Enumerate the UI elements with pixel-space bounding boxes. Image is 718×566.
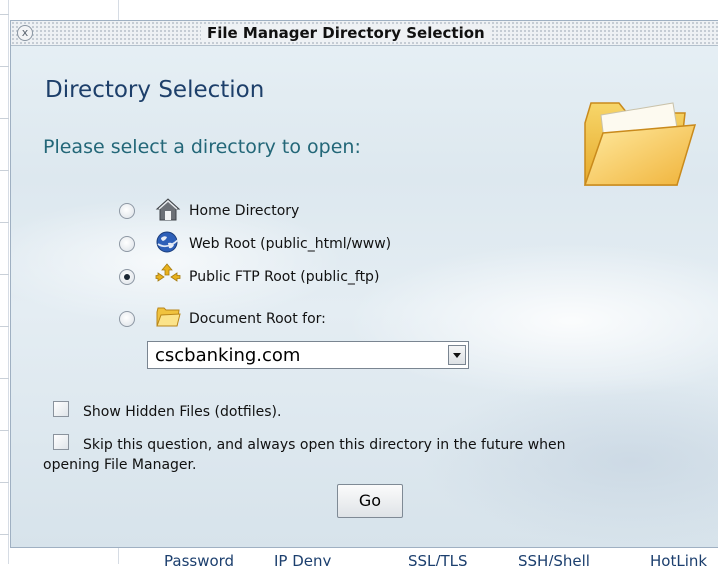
folder-icon [583,102,697,186]
radio-home-directory[interactable] [119,203,135,219]
ftp-arrows-icon [155,263,181,282]
option-label: Web Root (public_html/www) [189,236,392,252]
radio-document-root[interactable] [119,311,135,327]
globe-icon [156,231,179,253]
chevron-down-icon[interactable] [448,345,466,365]
background-tick [0,534,9,535]
background-tick [0,14,9,15]
option-label: Home Directory [189,203,300,219]
dialog-title: File Manager Directory Selection [201,24,491,42]
background-tick [0,222,9,223]
show-hidden-files-label: Show Hidden Files (dotfiles). [83,404,282,420]
go-button[interactable]: Go [337,484,403,518]
background-divider [118,0,119,20]
background-tick [0,482,9,483]
show-hidden-files-checkbox[interactable] [53,401,69,417]
instruction-text: Please select a directory to open: [43,136,361,158]
background-divider [8,0,9,564]
background-tick [0,170,9,171]
domain-select[interactable]: cscbanking.com [147,341,469,369]
background-tick [0,430,9,431]
background-tick [0,274,9,275]
close-button[interactable]: x [17,25,33,41]
skip-question-checkbox[interactable] [53,434,69,450]
background-tick [0,118,9,119]
background-tick [0,66,9,67]
directory-selection-dialog: x File Manager Directory Selection Direc… [10,20,718,548]
background-tick [0,378,9,379]
background-tick [0,326,9,327]
radio-public-ftp-root[interactable] [119,269,135,285]
option-label: Document Root for: [189,311,326,327]
skip-question-label-continued: opening File Manager. [43,457,197,473]
dialog-titlebar: x File Manager Directory Selection [11,21,718,46]
radio-web-root[interactable] [119,236,135,252]
domain-select-value: cscbanking.com [155,345,301,366]
skip-question-label: Skip this question, and always open this… [83,437,566,453]
folder-icon [156,307,181,327]
page-title: Directory Selection [45,77,265,103]
option-label: Public FTP Root (public_ftp) [189,269,380,285]
background-divider [118,548,119,564]
house-icon [155,198,181,221]
